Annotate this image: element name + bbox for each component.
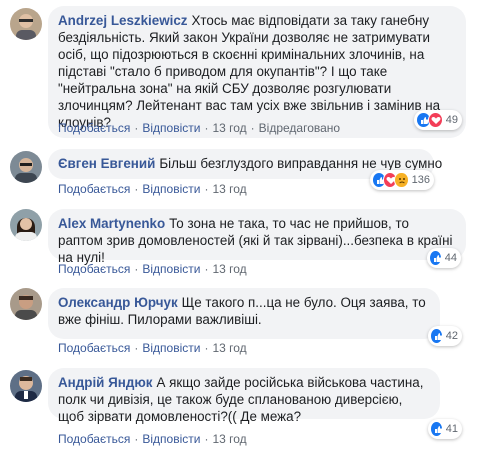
like-icon (430, 421, 443, 437)
comment-actions: Подобається · Відповісти · 13 год (58, 341, 247, 355)
avatar[interactable] (10, 288, 42, 320)
timestamp[interactable]: 13 год (212, 432, 246, 446)
comment-actions: Подобається · Відповісти · 13 год (58, 432, 247, 446)
timestamp[interactable]: 13 год (212, 262, 246, 276)
comment-bubble: Андрій Яндюк А якщо зайде російська війсь… (48, 368, 440, 424)
avatar-icon (10, 370, 42, 402)
comment-author[interactable]: Andrzej Leszkiewicz (58, 13, 188, 28)
avatar-icon (10, 209, 42, 241)
avatar[interactable] (10, 370, 42, 402)
comment-actions: Подобається · Відповісти · 13 год (58, 262, 247, 276)
comment-author[interactable]: Олександр Юрчук (58, 295, 178, 310)
comment-bubble: Олександр Юрчук Ще такого п...ца не було.… (48, 288, 440, 339)
reaction-count: 44 (444, 252, 457, 264)
like-icon (430, 328, 443, 344)
avatar-icon (10, 288, 42, 320)
reply-link[interactable]: Відповісти (142, 182, 200, 196)
reaction-count: 49 (445, 114, 458, 126)
reaction-count: 42 (445, 330, 458, 342)
reply-link[interactable]: Відповісти (142, 432, 200, 446)
sad-icon (394, 172, 409, 188)
reaction-summary[interactable]: 49 (414, 110, 462, 130)
reaction-count: 41 (445, 423, 458, 435)
comment-text: Більш безглуздого виправдання не чув сум… (159, 156, 443, 171)
comment: Євген Евгений Більш безглуздого виправдан… (0, 145, 494, 196)
reply-link[interactable]: Відповісти (142, 262, 200, 276)
edited-label[interactable]: Відредаговано (259, 121, 340, 135)
reply-link[interactable]: Відповісти (142, 341, 200, 355)
timestamp[interactable]: 13 год (212, 121, 246, 135)
avatar[interactable] (10, 209, 42, 241)
comment: Андрій Яндюк А якщо зайде російська війсь… (0, 364, 494, 458)
like-link[interactable]: Подобається (58, 341, 130, 355)
avatar[interactable] (10, 151, 42, 183)
comment-actions: Подобається · Відповісти · 13 год (58, 182, 247, 196)
comment: Alex Martynenko То зона не така, то час н… (0, 203, 494, 278)
love-icon (427, 112, 443, 128)
comment-text: Хтось має відповідати за таку ганебну бе… (58, 13, 441, 130)
comment-bubble: Andrzej Leszkiewicz Хтось має відповідати… (48, 6, 466, 138)
like-link[interactable]: Подобається (58, 182, 130, 196)
avatar[interactable] (10, 8, 42, 40)
reply-link[interactable]: Відповісти (142, 121, 200, 135)
reaction-summary[interactable]: 41 (428, 419, 462, 439)
reaction-summary[interactable]: 42 (428, 326, 462, 346)
comment-author[interactable]: Андрій Яндюк (58, 375, 152, 390)
comment-author[interactable]: Alex Martynenko (58, 216, 165, 231)
comment-bubble: Alex Martynenko То зона не така, то час н… (48, 209, 466, 265)
comment: Олександр Юрчук Ще такого п...ца не було.… (0, 284, 494, 359)
like-link[interactable]: Подобається (58, 121, 130, 135)
reaction-summary[interactable]: 44 (427, 248, 461, 268)
timestamp[interactable]: 13 год (212, 341, 246, 355)
like-link[interactable]: Подобається (58, 432, 130, 446)
comment-author[interactable]: Євген Евгений (58, 156, 155, 171)
timestamp[interactable]: 13 год (212, 182, 246, 196)
avatar-icon (10, 151, 42, 183)
like-icon (429, 250, 442, 266)
reaction-summary[interactable]: 136 (370, 170, 434, 190)
like-link[interactable]: Подобається (58, 262, 130, 276)
comment-actions: Подобається · Відповісти · 13 год · Відредагов… (58, 121, 341, 135)
avatar-icon (10, 8, 42, 40)
comment: Andrzej Leszkiewicz Хтось має відповідати… (0, 0, 494, 138)
reaction-count: 136 (411, 174, 431, 186)
